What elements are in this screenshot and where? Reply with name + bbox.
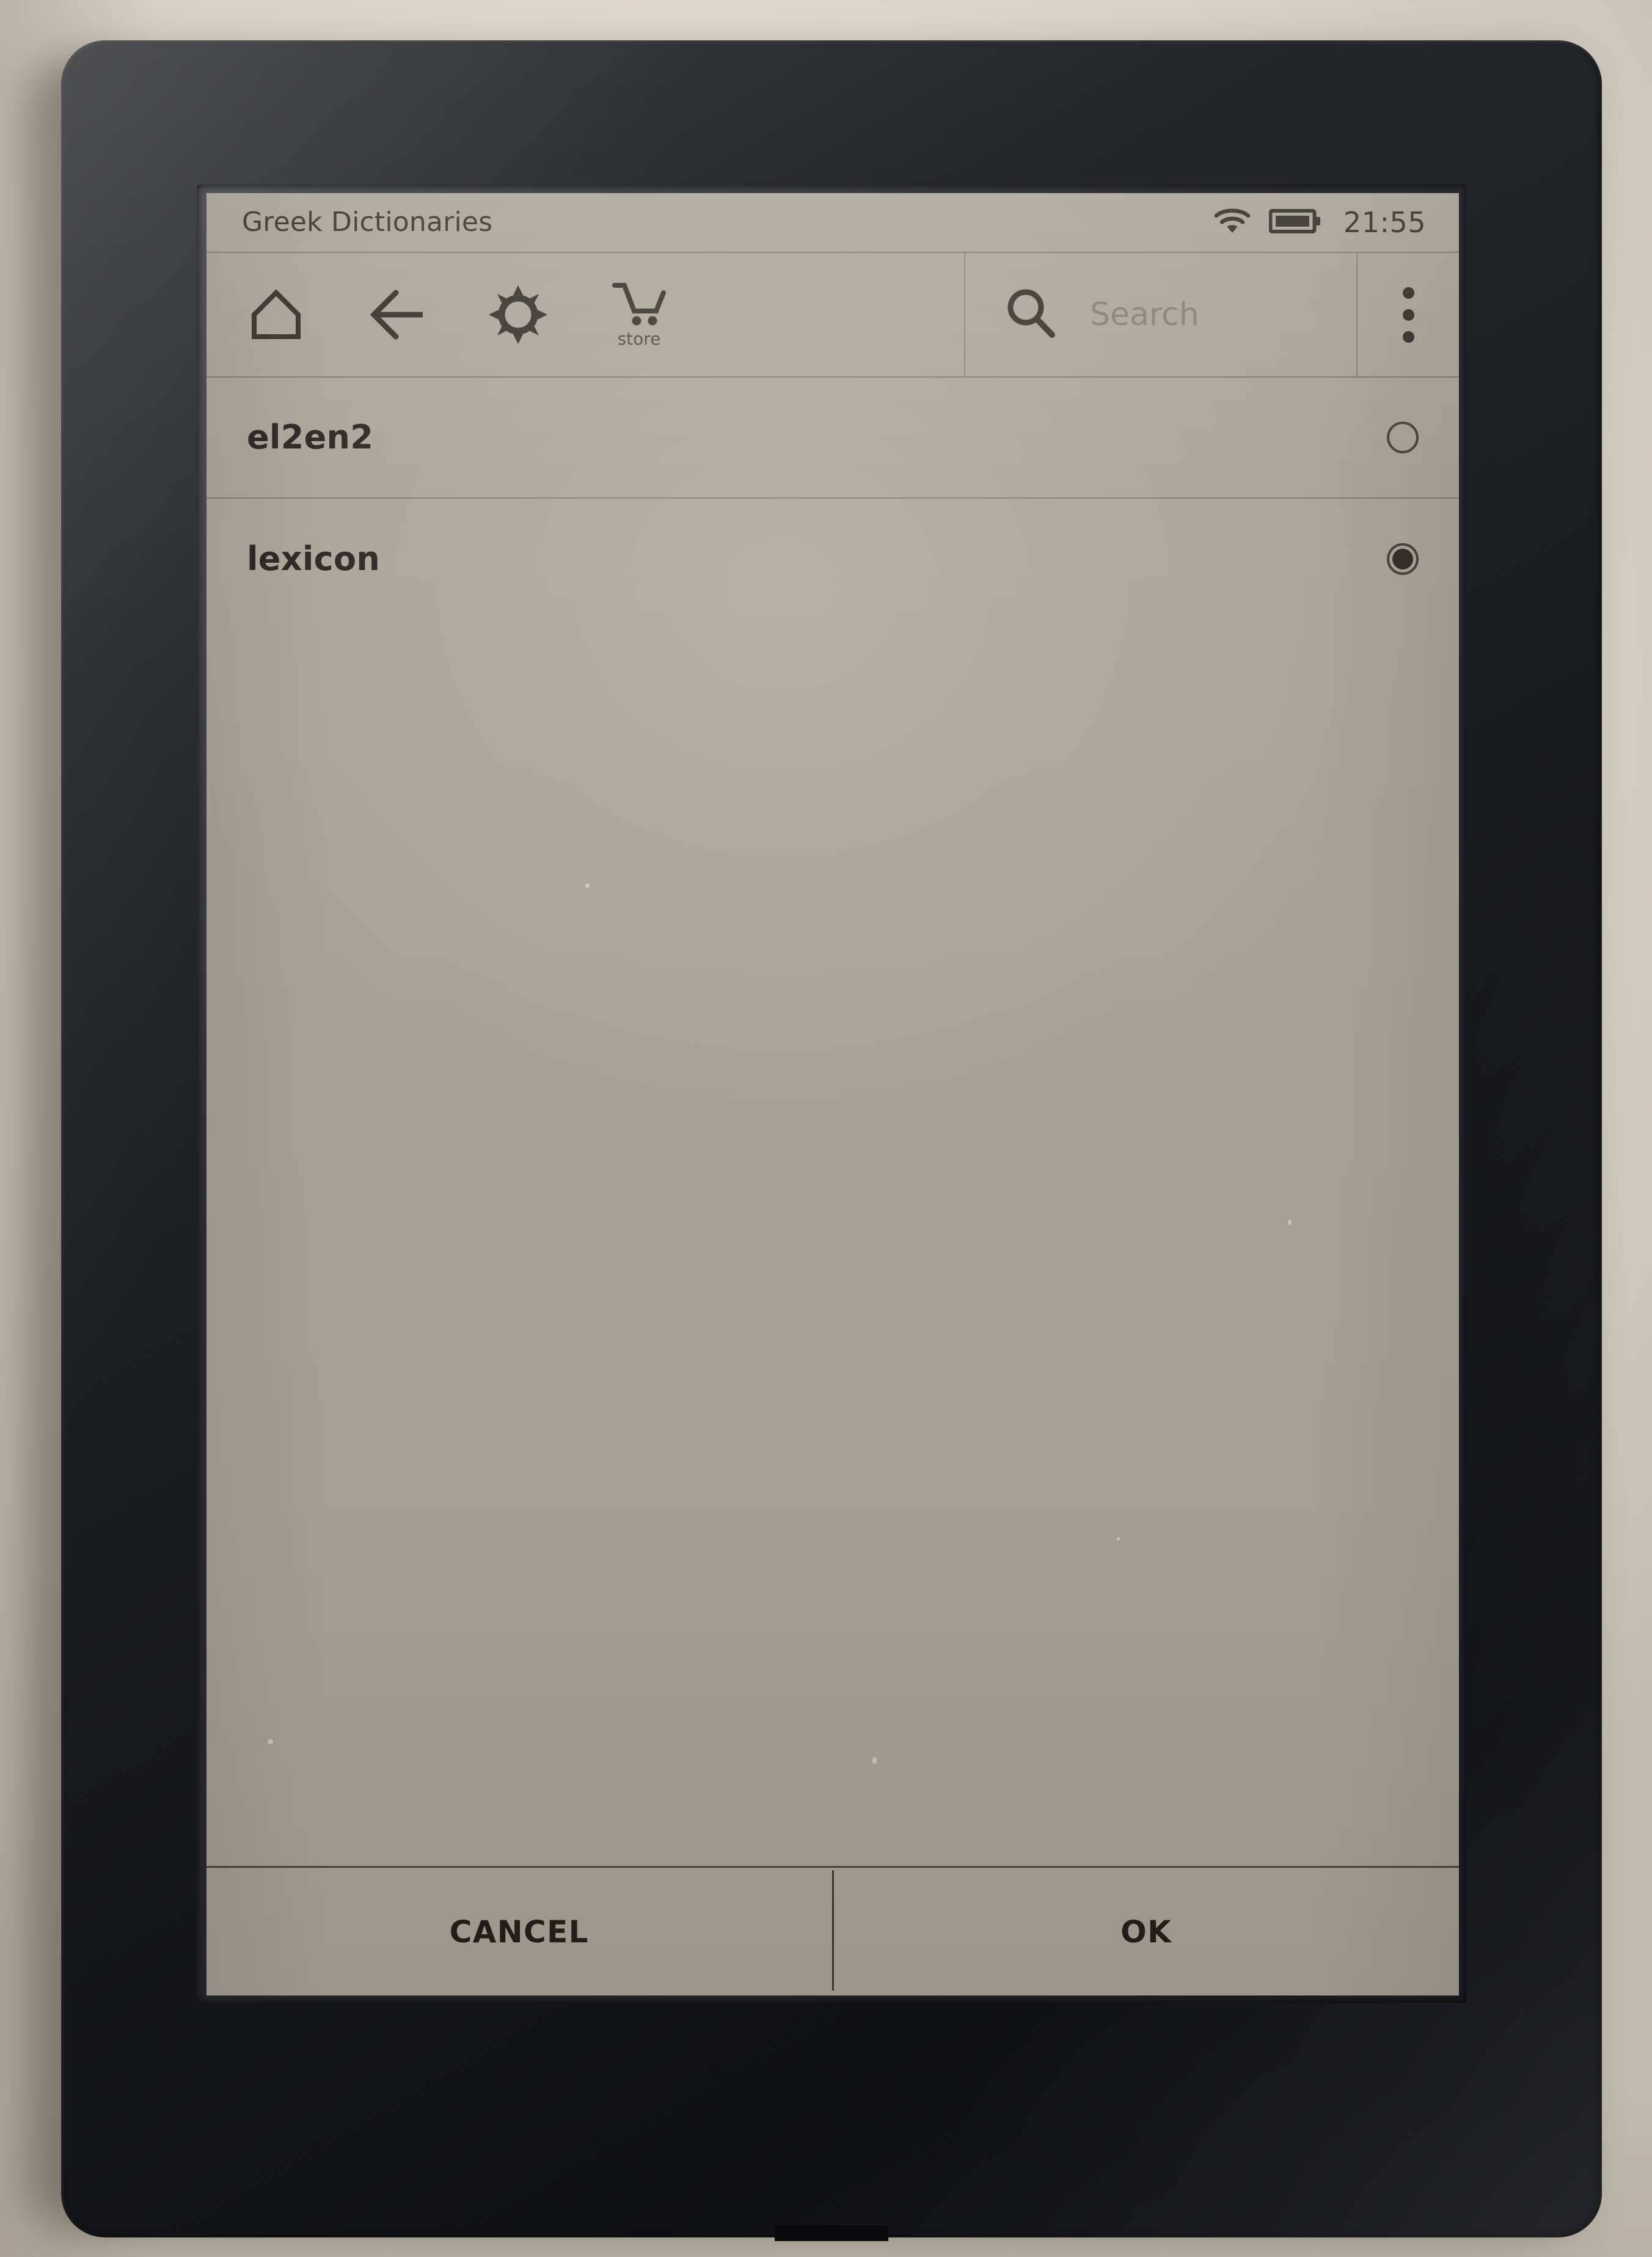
- dictionary-name: lexicon: [247, 540, 381, 578]
- wifi-icon: [1214, 207, 1251, 238]
- ok-button[interactable]: OK: [834, 1868, 1460, 1995]
- battery-icon: [1268, 208, 1321, 237]
- screen-speck: [585, 883, 590, 888]
- status-bar-indicators: 21:55: [1214, 207, 1426, 238]
- search-field[interactable]: Search: [965, 253, 1356, 376]
- home-button[interactable]: [235, 269, 318, 360]
- overflow-menu-button[interactable]: [1358, 253, 1459, 376]
- clock-time: 21:55: [1343, 206, 1426, 239]
- page-title: Greek Dictionaries: [242, 207, 493, 238]
- back-button[interactable]: [356, 269, 439, 360]
- screen-speck: [1117, 1537, 1120, 1540]
- toolbar-icon-group: store: [206, 253, 964, 376]
- list-item[interactable]: el2en2: [206, 378, 1459, 499]
- shopping-cart-icon: [611, 282, 667, 327]
- dictionary-radio-selected[interactable]: [1387, 543, 1419, 575]
- dictionary-list: el2en2 lexicon: [206, 378, 1459, 620]
- dictionary-radio-unselected[interactable]: [1387, 422, 1419, 453]
- ereader-screen: Greek Dictionaries 21:55 store Search el…: [206, 193, 1459, 1995]
- toolbar: store Search: [206, 252, 1459, 378]
- list-item[interactable]: lexicon: [206, 499, 1459, 620]
- search-placeholder-text: Search: [1090, 296, 1199, 333]
- screen-speck: [1288, 1220, 1292, 1225]
- dialog-button-bar: CANCEL OK: [206, 1866, 1459, 1995]
- cancel-button[interactable]: CANCEL: [206, 1868, 832, 1995]
- usb-port-notch: [775, 2225, 888, 2241]
- screen-speck: [872, 1757, 877, 1764]
- store-button-label: store: [617, 329, 661, 349]
- home-icon: [248, 288, 304, 342]
- settings-button[interactable]: [477, 269, 560, 360]
- dictionary-name: el2en2: [247, 418, 374, 456]
- store-button[interactable]: store: [598, 269, 681, 360]
- gear-icon: [489, 285, 547, 344]
- ereader-device: Greek Dictionaries 21:55 store Search el…: [61, 40, 1602, 2241]
- status-bar: Greek Dictionaries 21:55: [206, 193, 1459, 252]
- back-arrow-icon: [367, 288, 428, 342]
- screen-speck: [268, 1739, 273, 1744]
- search-icon: [1004, 287, 1057, 342]
- more-vertical-icon: [1402, 287, 1414, 343]
